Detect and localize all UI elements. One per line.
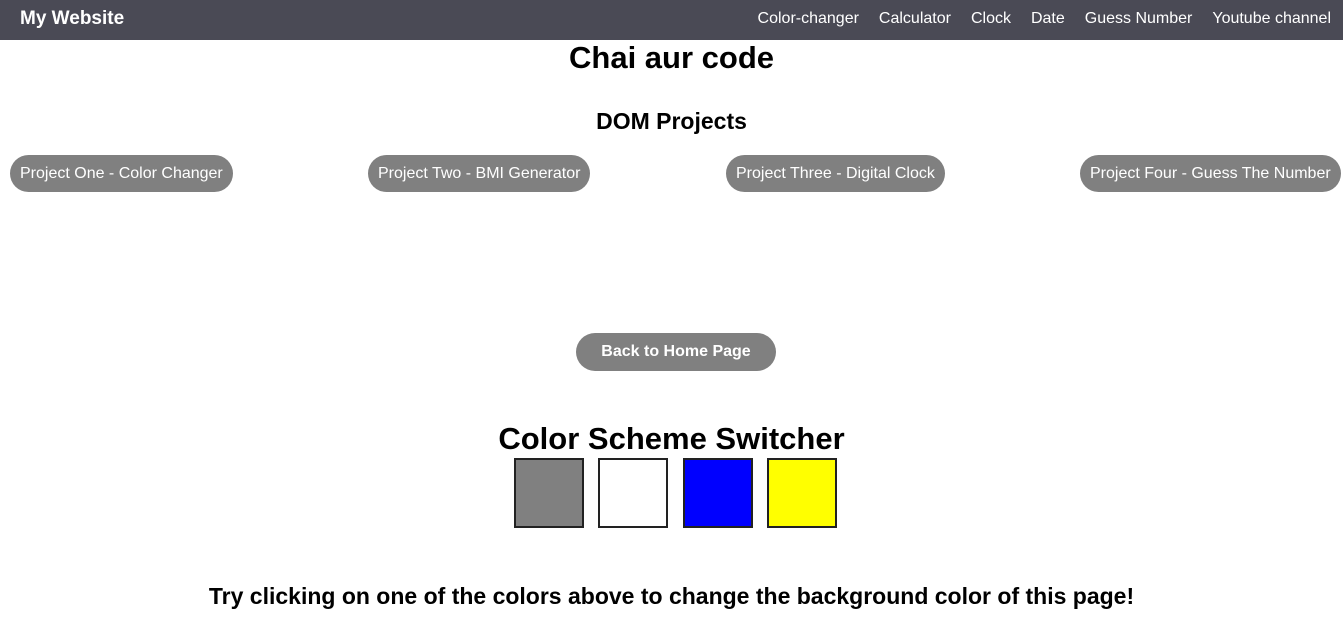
swatch-grey[interactable] <box>514 458 584 528</box>
section-subtitle: DOM Projects <box>596 108 747 134</box>
nav-link-clock[interactable]: Clock <box>971 10 1011 28</box>
swatch-white[interactable] <box>598 458 668 528</box>
nav-link-guess-number[interactable]: Guess Number <box>1085 10 1193 28</box>
swatch-yellow[interactable] <box>767 458 837 528</box>
nav-link-youtube-channel[interactable]: Youtube channel <box>1212 10 1331 28</box>
navbar: My Website Color-changer Calculator Cloc… <box>0 0 1343 40</box>
swatch-blue[interactable] <box>683 458 753 528</box>
project-three-button[interactable]: Project Three - Digital Clock <box>726 155 945 192</box>
nav-link-date[interactable]: Date <box>1031 10 1065 28</box>
color-switcher-title: Color Scheme Switcher <box>498 421 845 456</box>
project-four-button[interactable]: Project Four - Guess The Number <box>1080 155 1341 192</box>
back-to-home-button[interactable]: Back to Home Page <box>576 333 776 371</box>
project-one-button[interactable]: Project One - Color Changer <box>10 155 233 192</box>
site-brand[interactable]: My Website <box>20 0 124 38</box>
nav-link-calculator[interactable]: Calculator <box>879 10 951 28</box>
nav-link-color-changer[interactable]: Color-changer <box>758 10 859 28</box>
project-two-button[interactable]: Project Two - BMI Generator <box>368 155 591 192</box>
nav-links: Color-changer Calculator Clock Date Gues… <box>738 0 1331 38</box>
instruction-text: Try clicking on one of the colors above … <box>208 583 1135 609</box>
page-title: Chai aur code <box>569 40 774 75</box>
